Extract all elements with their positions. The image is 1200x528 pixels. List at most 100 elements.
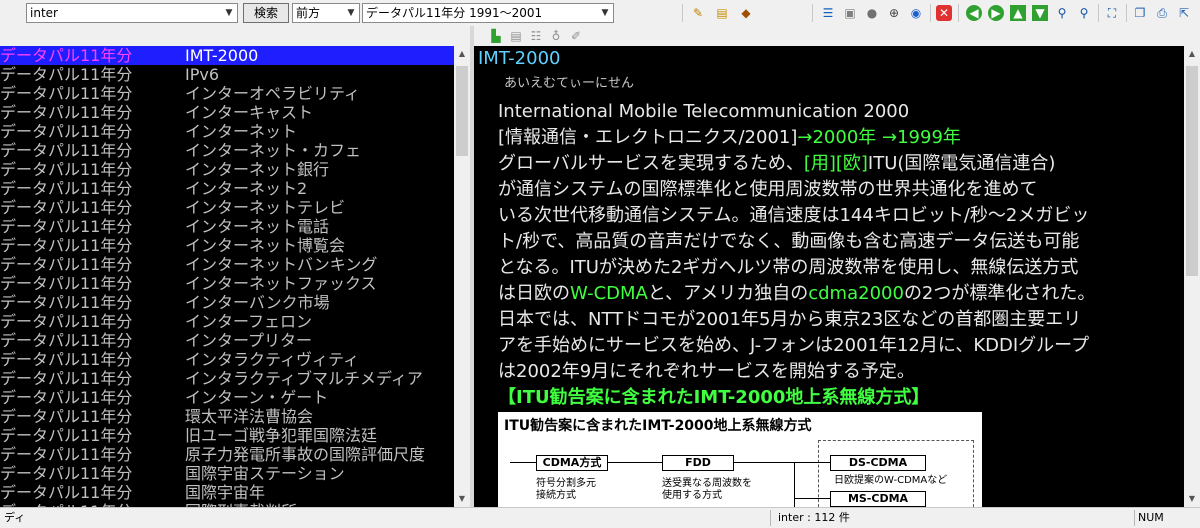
entry-text: グローバルサービスを実現するため、 <box>498 153 804 174</box>
wand-icon[interactable]: ✎ <box>690 5 706 21</box>
detail-scrollbar[interactable]: ▲ ▼ <box>1184 46 1200 507</box>
figure-link[interactable]: 【ITU勧告案に含まれたIMT-2000地上系無線方式】 <box>498 385 929 411</box>
tree-icon[interactable]: ☰ <box>820 5 836 21</box>
toolbar-separator <box>958 4 959 22</box>
list-item[interactable]: データパル11年分 インタラクティヴィティ <box>0 350 454 369</box>
list-item[interactable]: データパル11年分 インターネット2 <box>0 179 454 198</box>
chevron-down-icon[interactable]: ▼ <box>221 4 237 22</box>
list-item-term: インターネットバンキング <box>185 255 378 274</box>
dictionary-app: inter ▼ 検索 前方 ▼ データパル11年分 1991～2001 ▼ ✎ … <box>0 0 1200 528</box>
entry-year-links[interactable]: →2000年 →1999年 <box>797 127 961 148</box>
headword-list[interactable]: データパル11年分 IMT-2000 データパル11年分 IPv6 データパル11年分イ… <box>0 46 470 507</box>
figure-title: ITU勧告案に含まれたIMT-2000地上系無線方式 <box>504 418 812 434</box>
list-item[interactable]: データパル11年分 IPv6 <box>0 65 454 84</box>
list-item[interactable]: データパル11年分 インターバンク市場 <box>0 293 454 312</box>
list-item[interactable]: データパル11年分 国際宇宙ステーション <box>0 464 454 483</box>
forward-icon[interactable]: ▶ <box>988 5 1004 21</box>
list-item[interactable]: データパル11年分 インターネット博覧会 <box>0 236 454 255</box>
list-item[interactable]: データパル11年分 インターネット電話 <box>0 217 454 236</box>
list-item[interactable]: データパル11年分 インターネット <box>0 122 454 141</box>
scroll-up-icon[interactable]: ▲ <box>1184 46 1200 62</box>
list-item-source: データパル11年分 <box>0 426 133 445</box>
detail-scroll-thumb[interactable] <box>1186 66 1198 276</box>
list-item[interactable]: データパル11年分 インターネットバンキング <box>0 255 454 274</box>
entry-detail: IMT-2000 あいえむてぃーにせん International Mobile… <box>474 46 1184 507</box>
list-item[interactable]: データパル11年分 インターオペラビリティ <box>0 84 454 103</box>
list-item-source: データパル11年分 <box>0 160 133 179</box>
list-item[interactable]: データパル11年分 原子力発電所事故の国際評価尺度 <box>0 445 454 464</box>
list-item[interactable]: データパル11年分 インターネットテレビ <box>0 198 454 217</box>
figure-connector <box>794 498 830 499</box>
fullscreen-icon[interactable]: ⛶ <box>1104 5 1120 21</box>
chevron-down-icon[interactable]: ▼ <box>597 4 613 22</box>
list-item[interactable]: データパル11年分 インタープリター <box>0 331 454 350</box>
picture-icon[interactable]: ▣ <box>842 5 858 21</box>
match-mode-select[interactable]: 前方 ▼ <box>292 3 360 23</box>
list-item[interactable]: データパル11年分 インターキャスト <box>0 103 454 122</box>
entry-headword: IMT-2000 <box>478 48 561 69</box>
list-item-term: インターン・ゲート <box>185 388 329 407</box>
tag-icon[interactable]: ◆ <box>738 5 754 21</box>
search-button[interactable]: 検索 <box>243 3 289 23</box>
list-item[interactable]: データパル11年分 インターネットファックス <box>0 274 454 293</box>
list-item[interactable]: データパル11年分 インターン・ゲート <box>0 388 454 407</box>
entry-link[interactable]: cdma2000 <box>808 283 904 304</box>
scroll-down-icon[interactable]: ▼ <box>1184 491 1200 507</box>
close-icon[interactable]: ✕ <box>936 5 952 21</box>
list-scrollbar[interactable]: ▲ ▼ <box>454 46 470 507</box>
list-item[interactable]: データパル11年分 インターネット銀行 <box>0 160 454 179</box>
list-item-source: データパル11年分 <box>0 369 133 388</box>
pen-icon[interactable]: ✐ <box>568 28 584 44</box>
dictionary-select[interactable]: データパル11年分 1991～2001 ▼ <box>362 3 614 23</box>
list-item-term: 環太平洋法曹協会 <box>185 407 314 426</box>
search-icon[interactable]: ⚲ <box>1054 5 1070 21</box>
list-item-term: インターバンク市場 <box>185 293 330 312</box>
list-item-term: インターオペラビリティ <box>185 84 361 103</box>
page-icon[interactable]: ▤ <box>508 28 524 44</box>
entry-link[interactable]: W-CDMA <box>570 283 648 304</box>
scroll-down-icon[interactable]: ▼ <box>454 491 470 507</box>
entry-reading: あいえむてぃーにせん <box>504 76 635 91</box>
globe-icon[interactable]: ◉ <box>908 5 924 21</box>
find-next-icon[interactable]: ⚲ <box>1076 5 1092 21</box>
list-scroll-thumb[interactable] <box>456 66 468 156</box>
list-item-source: データパル11年分 <box>0 217 133 236</box>
print-icon[interactable]: ⎙ <box>1154 5 1170 21</box>
back-icon[interactable]: ◀ <box>966 5 982 21</box>
speech-icon[interactable]: ● <box>864 5 880 21</box>
search-input[interactable]: inter ▼ <box>26 3 238 23</box>
status-bar: ディ inter : 112 件 NUM <box>0 507 1200 528</box>
list-item[interactable]: データパル11年分 旧ユーゴ戦争犯罪国際法廷 <box>0 426 454 445</box>
toolbar-separator <box>1126 4 1127 22</box>
list-item-source: データパル11年分 <box>0 46 133 65</box>
list-item-term: IMT-2000 <box>185 46 259 65</box>
list-item[interactable]: データパル11年分 国際宇宙年 <box>0 483 454 502</box>
list-view-icon[interactable]: ☷ <box>528 28 544 44</box>
memo-icon[interactable]: ▤ <box>714 5 730 21</box>
list-item-source: データパル11年分 <box>0 255 133 274</box>
list-item-source: データパル11年分 <box>0 179 133 198</box>
up-icon[interactable]: ▲ <box>1010 5 1026 21</box>
entry-body-line: となる。ITUが決めた2ギガヘルツ帯の周波数帯を使用し、無線伝送方式 <box>498 257 1079 278</box>
entry-body-line: グローバルサービスを実現するため、[用][欧]ITU(国際電気通信連合) <box>498 151 1055 177</box>
scroll-up-icon[interactable]: ▲ <box>454 46 470 62</box>
chevron-down-icon[interactable]: ▼ <box>343 4 359 22</box>
bookmark-icon[interactable]: ▙ <box>488 28 504 44</box>
down-icon[interactable]: ▼ <box>1032 5 1048 21</box>
list-item[interactable]: データパル11年分 インターネット・カフェ <box>0 141 454 160</box>
ink-icon[interactable]: ♁ <box>548 28 564 44</box>
export-icon[interactable]: ⇱ <box>1176 5 1192 21</box>
list-item-source: データパル11年分 <box>0 445 133 464</box>
list-item-source: データパル11年分 <box>0 84 133 103</box>
list-item-term: インターネット電話 <box>185 217 330 236</box>
toolbar-separator <box>812 4 813 22</box>
status-left: ディ <box>4 511 26 524</box>
dock-icon[interactable]: ⊕ <box>886 5 902 21</box>
entry-link[interactable]: [用][欧] <box>804 153 868 174</box>
list-item[interactable]: データパル11年分 環太平洋法曹協会 <box>0 407 454 426</box>
figure-connector <box>794 462 795 507</box>
list-item[interactable]: データパル11年分 インタラクティブマルチメディア <box>0 369 454 388</box>
list-item[interactable]: データパル11年分 IMT-2000 <box>0 46 454 65</box>
copy-icon[interactable]: ❐ <box>1132 5 1148 21</box>
list-item[interactable]: データパル11年分 インターフェロン <box>0 312 454 331</box>
